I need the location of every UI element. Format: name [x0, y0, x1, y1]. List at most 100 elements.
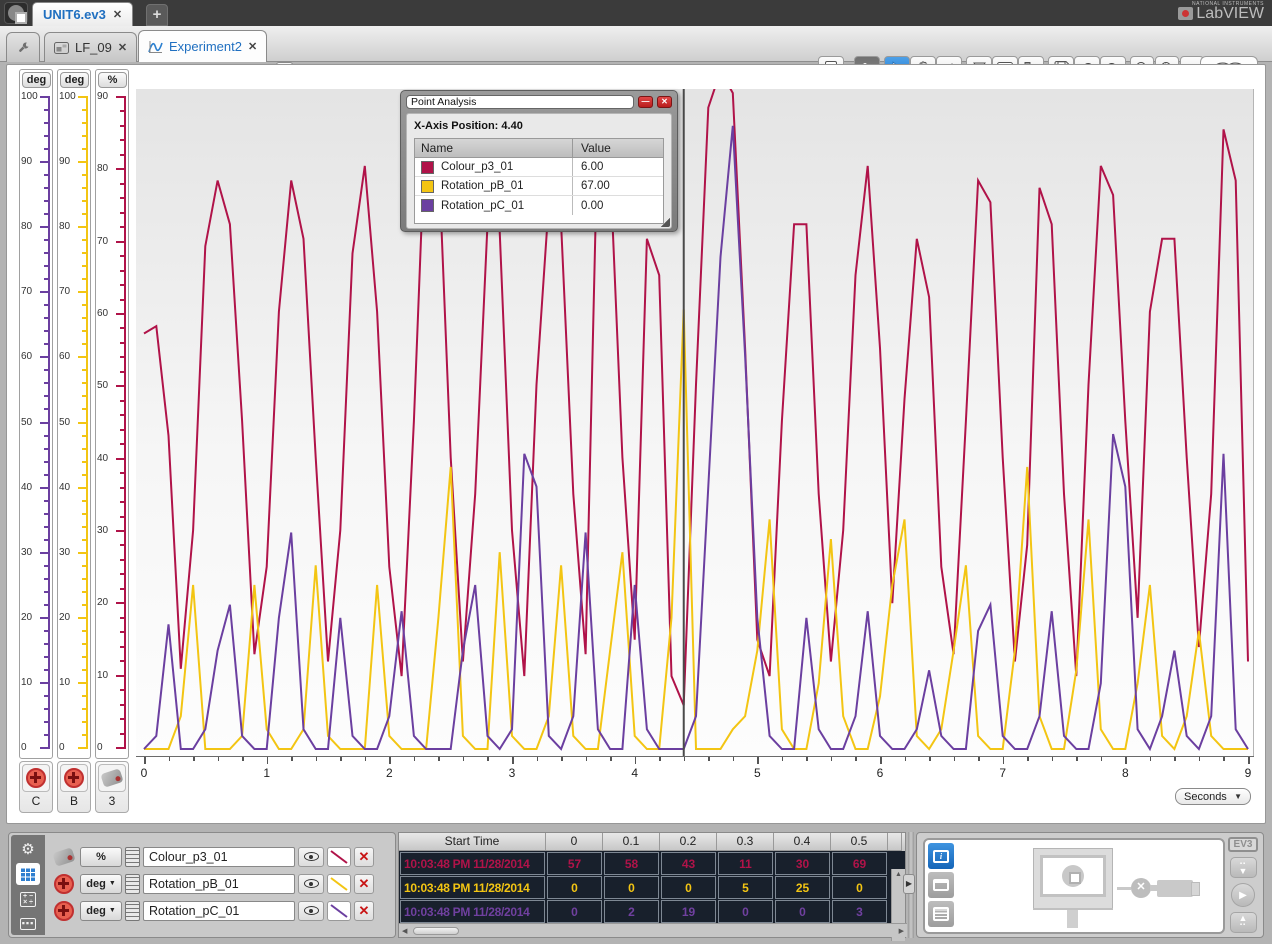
- graph-settings-button[interactable]: ⚙: [16, 838, 40, 860]
- value-cell: 0: [604, 876, 659, 899]
- tools-wrench-tab[interactable]: [6, 32, 40, 62]
- dataset-calculation-button[interactable]: + −× ÷: [16, 888, 40, 910]
- ev3-brand-badge: EV3: [1228, 837, 1258, 852]
- eye-icon: [304, 852, 319, 861]
- point-analysis-window[interactable]: Point Analysis — ✕ X-Axis Position: 4.40…: [400, 90, 678, 232]
- ellipsis-icon: ▪▪▪: [20, 918, 36, 930]
- disconnected-icon: ✕: [1131, 878, 1151, 898]
- visibility-toggle[interactable]: [298, 874, 324, 894]
- scrollbar-thumb[interactable]: [413, 927, 459, 935]
- panel-collapse-handle[interactable]: ▶: [903, 874, 915, 894]
- grid-icon: [21, 868, 36, 881]
- series-value: 67.00: [573, 180, 663, 192]
- table-body[interactable]: 10:03:48 PM 11/28/2014 57 58 43 11 30 69…: [399, 851, 905, 923]
- column-header: 0.4: [774, 833, 831, 851]
- colour-sensor-icon: [100, 768, 123, 787]
- table-header-row: Start Time 0 0.1 0.2 0.3 0.4 0.5: [399, 833, 905, 851]
- close-button[interactable]: ✕: [657, 96, 672, 108]
- download-icon: ▼: [1239, 868, 1248, 875]
- x-axis-unit-dropdown[interactable]: Seconds ▼: [1175, 788, 1251, 805]
- column-header: 0.5: [831, 833, 888, 851]
- document-tab-unit6[interactable]: UNIT6.ev3 ✕: [32, 2, 133, 26]
- delete-dataset-button[interactable]: ✕: [354, 847, 374, 867]
- port-button-motor-b[interactable]: B: [57, 761, 91, 813]
- chart-plot-area[interactable]: [136, 89, 1254, 756]
- new-document-tab-button[interactable]: +: [146, 4, 168, 26]
- more-options-button[interactable]: ▪▪▪: [16, 913, 40, 935]
- point-analysis-title[interactable]: Point Analysis: [406, 95, 634, 109]
- program-tab-lf09[interactable]: LF_09 ✕: [44, 32, 137, 62]
- dataset-row-rotation-c: deg▼ Rotation_pC_01 ✕: [51, 899, 393, 922]
- chevron-down-icon: ▼: [109, 907, 116, 914]
- y-scale-colour[interactable]: % 0102030405060708090: [95, 69, 129, 759]
- port-button-colour-3[interactable]: 3: [95, 761, 129, 813]
- scale-ruler-icon[interactable]: [125, 901, 140, 921]
- scale-ruler-icon[interactable]: [125, 847, 140, 867]
- scroll-left-icon[interactable]: ◀: [402, 927, 407, 935]
- visibility-toggle[interactable]: [298, 847, 324, 867]
- port-view-icon: [933, 879, 949, 891]
- upload-button[interactable]: ▲▪▪: [1230, 912, 1257, 933]
- motor-icon: [26, 768, 46, 788]
- dataset-row-rotation-b: deg▼ Rotation_pB_01 ✕: [51, 872, 393, 895]
- visibility-toggle[interactable]: [298, 901, 324, 921]
- brick-info-tab[interactable]: i: [928, 843, 954, 869]
- resize-grip[interactable]: [661, 218, 670, 227]
- port-view-tab[interactable]: [928, 872, 954, 898]
- experiment-tab[interactable]: Experiment2 ✕: [138, 30, 267, 62]
- series-color-swatch: [421, 199, 434, 212]
- run-button[interactable]: ▶: [1231, 883, 1255, 906]
- program-tab-label: LF_09: [75, 40, 112, 55]
- labview-brand-text: LabVIEW: [1196, 5, 1264, 22]
- eye-icon: [304, 906, 319, 915]
- port-button-motor-c[interactable]: C: [19, 761, 53, 813]
- legend-sidebar: ⚙ + −× ÷ ▪▪▪: [11, 835, 45, 935]
- dataset-name-field[interactable]: Colour_p3_01: [143, 847, 295, 867]
- download-button[interactable]: ▪▪▼: [1230, 857, 1257, 878]
- line-style-button[interactable]: [327, 901, 351, 921]
- colour-sensor-icon: [51, 846, 77, 868]
- dataset-name-field[interactable]: Rotation_pB_01: [143, 874, 295, 894]
- y-scale-unit-button[interactable]: %: [98, 72, 127, 88]
- scroll-right-icon[interactable]: ▶: [899, 927, 904, 935]
- close-icon[interactable]: ✕: [118, 41, 127, 54]
- point-analysis-row: Rotation_pB_01 67.00: [415, 177, 663, 196]
- y-scale-unit-button[interactable]: deg: [22, 72, 51, 88]
- ev3-brick-illustration: [1033, 848, 1113, 928]
- port-label: 3: [96, 794, 128, 808]
- line-style-button[interactable]: [327, 847, 351, 867]
- y-scale-rotation-b[interactable]: deg 0102030405060708090100: [57, 69, 91, 759]
- delete-dataset-button[interactable]: ✕: [354, 901, 374, 921]
- scale-ruler-icon[interactable]: [125, 874, 140, 894]
- line-style-button[interactable]: [327, 874, 351, 894]
- available-bricks-tab[interactable]: [928, 901, 954, 927]
- y-scale-unit-button[interactable]: deg: [60, 72, 89, 88]
- value-cell: 5: [718, 876, 773, 899]
- unit-select-button[interactable]: %▼: [80, 847, 122, 867]
- unit-select-button[interactable]: deg▼: [80, 874, 122, 894]
- delete-dataset-button[interactable]: ✕: [354, 874, 374, 894]
- labview-brand: NATIONAL INSTRUMENTS LabVIEW: [1174, 1, 1264, 23]
- minimize-button[interactable]: —: [638, 96, 653, 108]
- series-name: Rotation_pB_01: [441, 180, 523, 192]
- close-icon[interactable]: ✕: [113, 8, 122, 21]
- upload-icon: ▲: [1239, 915, 1248, 922]
- horizontal-scrollbar[interactable]: ◀ ▶: [399, 923, 907, 937]
- x-axis-position-value: 4.40: [501, 120, 522, 132]
- column-header: 0.3: [717, 833, 774, 851]
- toolbar-row: LF_09 ✕ Experiment2 ✕ +: [0, 26, 1272, 62]
- dataset-name-field[interactable]: Rotation_pC_01: [143, 901, 295, 921]
- start-time-cell: 10:03:48 PM 11/28/2014: [400, 900, 545, 923]
- series-color-swatch: [421, 180, 434, 193]
- scroll-up-icon[interactable]: ▲: [895, 871, 902, 878]
- close-icon[interactable]: ✕: [248, 40, 257, 53]
- unit-select-button[interactable]: deg▼: [80, 901, 122, 921]
- value-cell: 25: [775, 876, 830, 899]
- ev3-logo-icon: [8, 5, 24, 21]
- series-value: 6.00: [573, 161, 663, 173]
- y-scale-rotation-c[interactable]: deg 0102030405060708090100: [19, 69, 53, 759]
- ev3-home-button[interactable]: [4, 2, 28, 24]
- port-label: B: [58, 794, 90, 808]
- motor-icon: [51, 873, 77, 895]
- dataset-table-button[interactable]: [16, 863, 40, 885]
